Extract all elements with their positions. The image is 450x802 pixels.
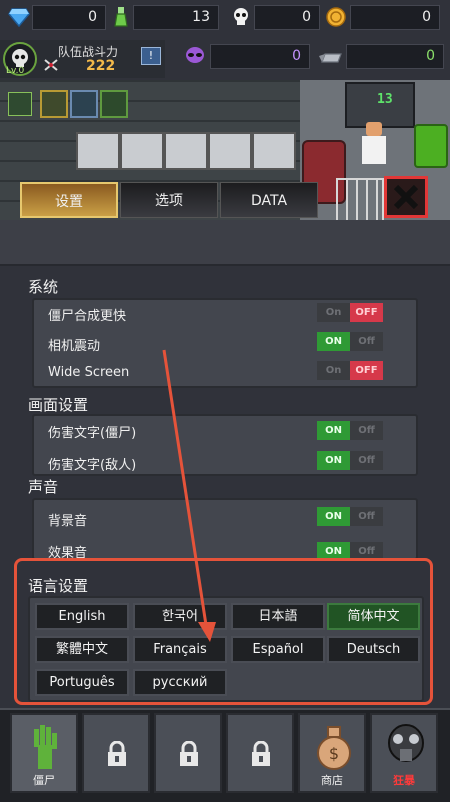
toggle-merge-faster[interactable]: On OFF — [317, 303, 383, 322]
row-label-bgm: 背景音 — [48, 514, 88, 529]
svg-text:$: $ — [329, 744, 339, 763]
toggle-damage-text-enemy[interactable]: ON Off — [317, 451, 383, 470]
gems-counter: 0 — [32, 5, 106, 30]
coin-counter: 0 — [350, 5, 440, 30]
machine-2 — [120, 132, 164, 170]
buff-icon-2 — [40, 90, 68, 118]
toggle-on-part: ON — [317, 421, 350, 440]
row-label-merge-faster: 僵尸合成更快 — [48, 309, 127, 324]
toggle-damage-text-zombie[interactable]: ON Off — [317, 421, 383, 440]
toggle-off-part: OFF — [350, 361, 383, 380]
toggle-on-part: ON — [317, 507, 350, 526]
potion-value: 13 — [192, 9, 210, 25]
buff-icon-1 — [8, 92, 32, 116]
diamond-icon — [8, 8, 30, 27]
close-x-icon — [393, 184, 419, 210]
scientist-coat — [362, 136, 386, 164]
nav-event-label: 狂暴 — [393, 774, 415, 787]
toggle-on-part: ON — [317, 451, 350, 470]
skull-icon — [234, 8, 248, 25]
lock-icon — [252, 741, 270, 766]
nav-shop-label: 商店 — [321, 774, 343, 787]
toggle-on-part: On — [317, 361, 350, 380]
zombie-hand-icon — [34, 725, 57, 769]
metal-value: 0 — [426, 48, 435, 64]
tab-options[interactable]: 选项 — [120, 182, 218, 218]
scientist-head — [366, 122, 382, 136]
info-button[interactable]: ! — [141, 47, 161, 65]
section-title-display: 画面设置 — [28, 396, 89, 414]
settings-header-strip — [0, 220, 450, 266]
nav-locked-slot-1[interactable] — [82, 713, 150, 793]
toggle-wide-screen[interactable]: On OFF — [317, 361, 383, 380]
buff-icon-4 — [100, 90, 128, 118]
coin-icon — [326, 7, 346, 27]
toggle-on-part: On — [317, 303, 350, 322]
toggle-camera-shake[interactable]: ON Off — [317, 332, 383, 351]
coins-value: 0 — [422, 9, 431, 25]
section-title-sound: 声音 — [28, 478, 59, 496]
toggle-bgm[interactable]: ON Off — [317, 507, 383, 526]
highlight-arrow-icon — [162, 349, 216, 642]
alien-icon — [186, 47, 204, 63]
tab-options-label: 选项 — [155, 193, 183, 209]
tab-data[interactable]: DATA — [220, 182, 318, 218]
machine-4 — [208, 132, 252, 170]
row-label-camera-shake: 相机震动 — [48, 339, 101, 354]
goo-container — [414, 124, 448, 168]
metal-counter: 0 — [346, 44, 444, 69]
nav-locked-slot-3[interactable] — [226, 713, 294, 793]
lock-icon — [108, 741, 126, 766]
nav-locked-slot-2[interactable] — [154, 713, 222, 793]
toggle-off-part: OFF — [350, 303, 383, 322]
machine-5 — [252, 132, 296, 170]
scientist-character[interactable] — [358, 122, 392, 168]
tab-settings[interactable]: 设置 — [20, 182, 118, 218]
monitor-value: 13 — [377, 92, 393, 107]
skull-counter: 0 — [254, 5, 320, 30]
gems-value: 0 — [88, 9, 97, 25]
money-bag-icon: $ — [317, 726, 351, 770]
nav-event-button[interactable]: 狂暴 — [370, 713, 438, 793]
section-title-system: 系统 — [28, 278, 59, 296]
lock-icon — [180, 741, 198, 766]
buff-icon-3 — [70, 90, 98, 118]
toggle-off-part: Off — [350, 451, 383, 470]
toggle-off-part: Off — [350, 421, 383, 440]
alien-counter: 0 — [210, 44, 310, 69]
gas-mask-icon — [388, 724, 424, 762]
nav-shop-button[interactable]: $ 商店 — [298, 713, 366, 793]
metal-ingot-icon — [319, 53, 342, 63]
row-label-wide-screen: Wide Screen — [48, 365, 130, 380]
row-label-damage-text-enemy: 伤害文字(敌人) — [48, 458, 137, 473]
close-scene-button[interactable] — [384, 176, 428, 218]
team-power-panel[interactable]: Lv.0 队伍战斗力 222 ! — [0, 40, 165, 78]
skulls-value: 0 — [302, 9, 311, 25]
tab-settings-label: 设置 — [55, 194, 83, 210]
tab-data-label: DATA — [250, 193, 288, 209]
player-level: Lv.0 — [6, 66, 25, 76]
row-label-damage-text-zombie: 伤害文字(僵尸) — [48, 426, 137, 441]
machine-1 — [76, 132, 120, 170]
toggle-off-part: Off — [350, 332, 383, 351]
toggle-on-part: ON — [317, 332, 350, 351]
nav-zombie-button[interactable]: 僵尸 — [10, 713, 78, 793]
machine-3 — [164, 132, 208, 170]
scene-cage — [336, 178, 384, 220]
potion-counter: 13 — [133, 5, 219, 30]
nav-zombie-label: 僵尸 — [33, 774, 55, 787]
toggle-off-part: Off — [350, 507, 383, 526]
alien-value: 0 — [292, 48, 301, 64]
crossed-swords-icon — [44, 59, 58, 71]
team-power-value: 222 — [86, 58, 116, 74]
potion-icon — [114, 7, 128, 27]
